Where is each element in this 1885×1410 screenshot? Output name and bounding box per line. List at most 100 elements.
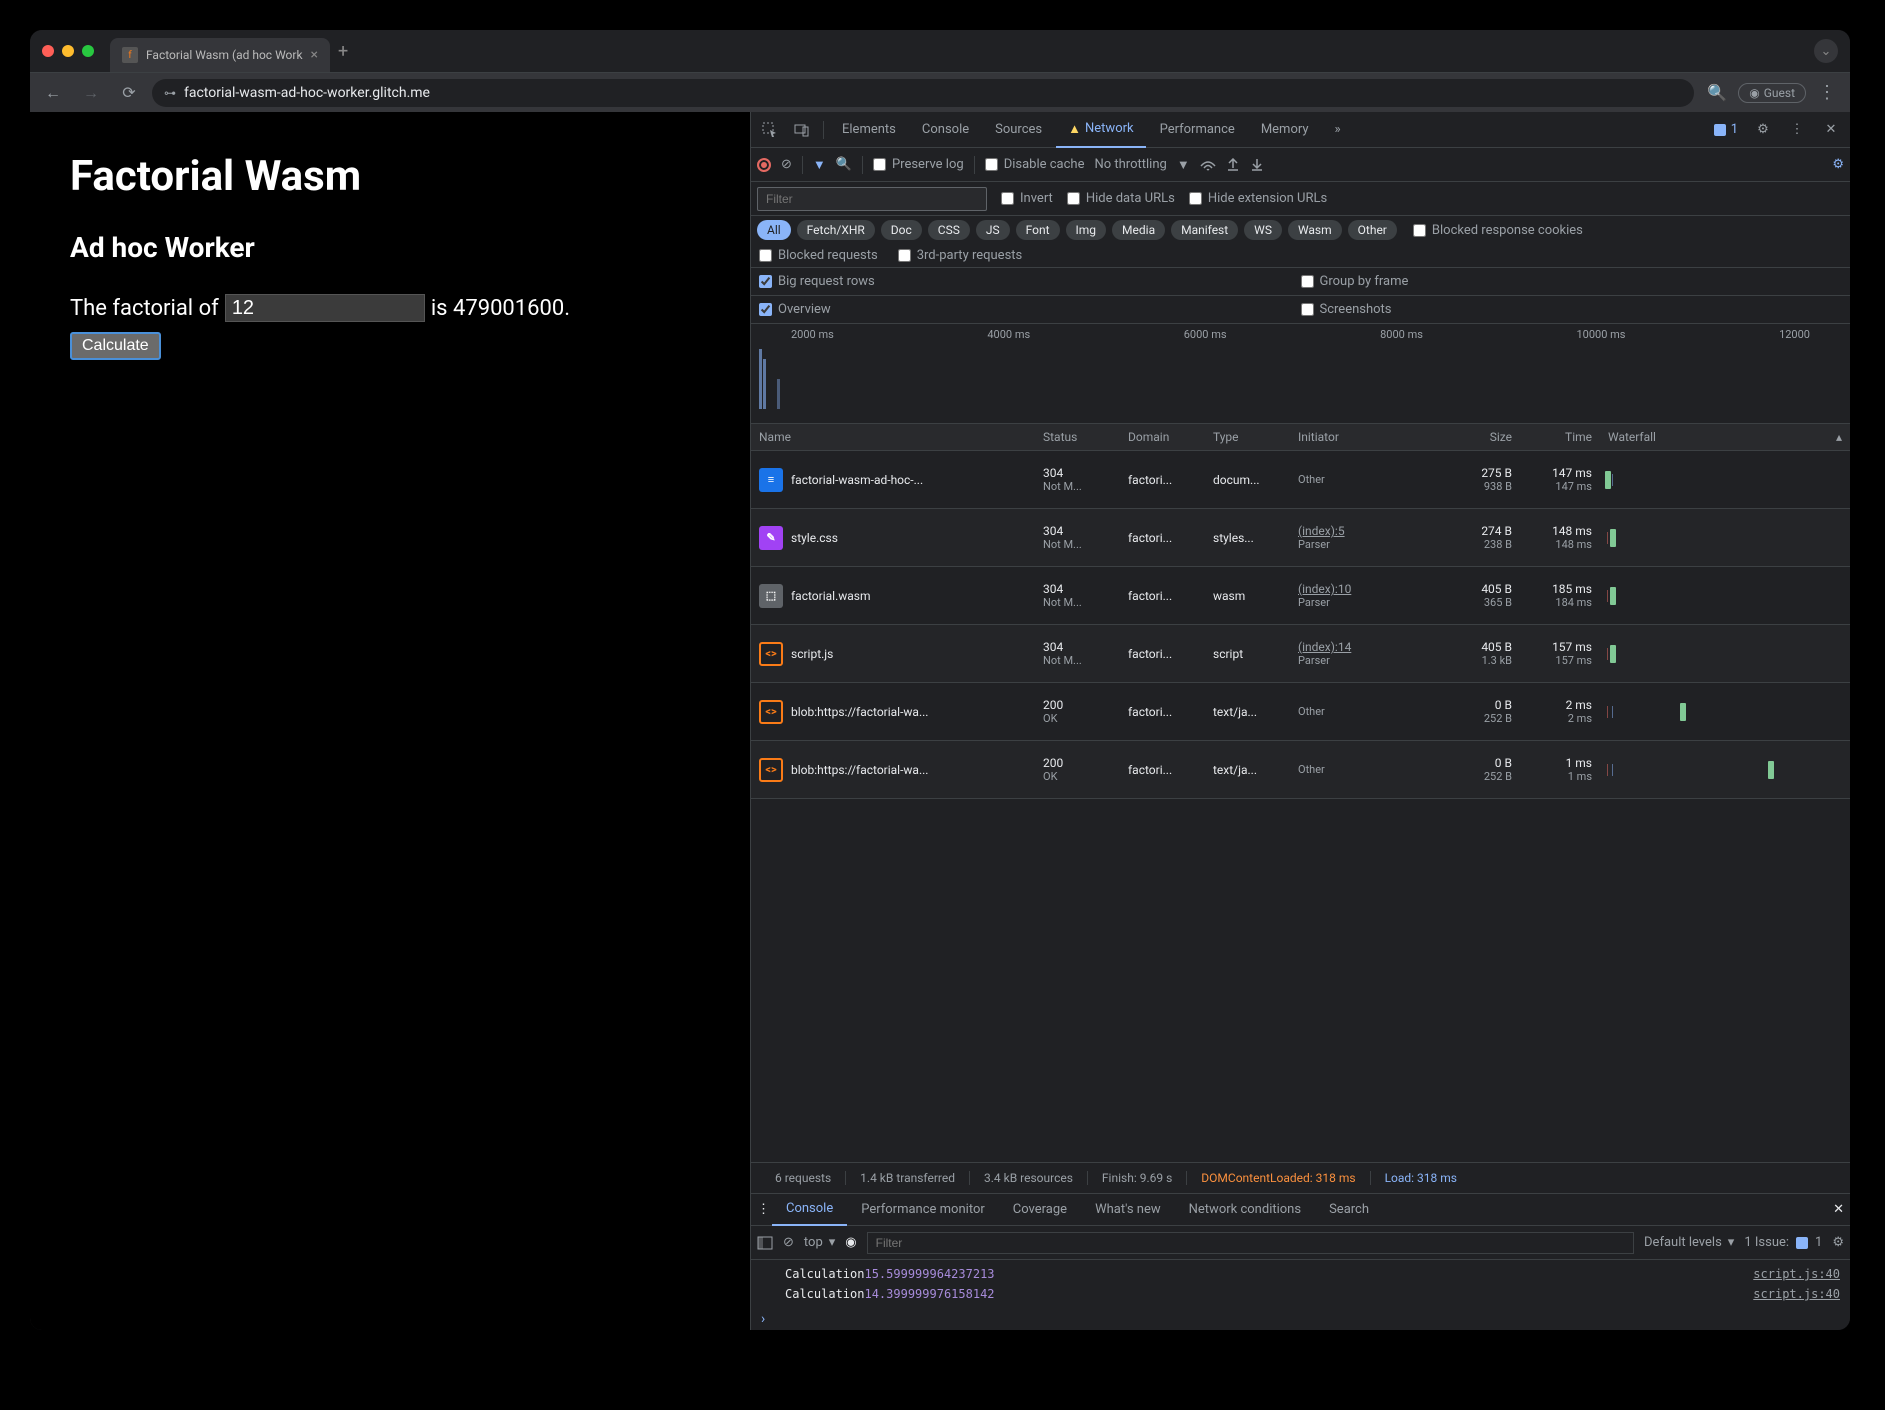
group-frame-checkbox[interactable]: Group by frame	[1301, 274, 1409, 289]
preserve-log-checkbox[interactable]: Preserve log	[873, 157, 964, 172]
close-tab-button[interactable]: ×	[311, 47, 318, 63]
tab-performance[interactable]: Performance	[1148, 112, 1247, 148]
close-window-button[interactable]	[42, 45, 54, 57]
third-party-checkbox[interactable]: 3rd-party requests	[898, 248, 1023, 263]
filter-toggle-icon[interactable]: ▼	[813, 157, 826, 173]
drawer-menu-icon[interactable]: ⋮	[757, 1202, 770, 1217]
profile-button[interactable]: ◉ Guest	[1738, 83, 1806, 103]
search-icon[interactable]: 🔍	[836, 157, 852, 172]
tab-console[interactable]: Console	[910, 112, 981, 148]
col-status[interactable]: Status	[1035, 424, 1120, 450]
site-info-icon[interactable]: ⊶	[164, 86, 176, 100]
timeline-overview[interactable]: 2000 ms4000 ms6000 ms8000 ms10000 ms1200…	[751, 324, 1850, 424]
blocked-requests-checkbox[interactable]: Blocked requests	[759, 248, 878, 263]
console-filter-input[interactable]	[867, 1232, 1634, 1254]
back-button[interactable]: ←	[38, 78, 68, 108]
filter-pill-font[interactable]: Font	[1016, 220, 1060, 240]
drawer-tab-console[interactable]: Console	[772, 1194, 847, 1226]
drawer-tab-network-conditions[interactable]: Network conditions	[1175, 1194, 1315, 1226]
console-issues[interactable]: 1 Issue: 1	[1744, 1235, 1822, 1250]
disable-cache-checkbox[interactable]: Disable cache	[985, 157, 1085, 172]
drawer-tab-search[interactable]: Search	[1315, 1194, 1383, 1226]
filter-pill-css[interactable]: CSS	[928, 220, 970, 240]
source-link[interactable]: script.js:40	[1753, 1287, 1840, 1301]
clear-button[interactable]: ⊘	[781, 157, 792, 172]
sidebar-toggle-icon[interactable]	[757, 1236, 773, 1250]
zoom-icon[interactable]: 🔍	[1702, 78, 1732, 108]
address-bar[interactable]: ⊶ factorial-wasm-ad-hoc-worker.glitch.me	[152, 79, 1694, 107]
reload-button[interactable]: ⟳	[114, 78, 144, 108]
upload-icon[interactable]	[1226, 158, 1240, 172]
throttling-select[interactable]: No throttling	[1094, 157, 1166, 172]
log-levels-select[interactable]: Default levels ▾	[1644, 1235, 1734, 1250]
hide-ext-urls-checkbox[interactable]: Hide extension URLs	[1189, 191, 1327, 206]
forward-button[interactable]: →	[76, 78, 106, 108]
close-drawer-button[interactable]: ✕	[1833, 1202, 1844, 1217]
number-input[interactable]	[225, 294, 425, 322]
browser-menu-button[interactable]: ⋮	[1812, 82, 1842, 103]
new-tab-button[interactable]: +	[338, 41, 348, 62]
more-tabs-button[interactable]: »	[1323, 112, 1353, 148]
blocked-cookies-checkbox[interactable]: Blocked response cookies	[1413, 223, 1583, 238]
filter-pill-manifest[interactable]: Manifest	[1171, 220, 1238, 240]
issues-button[interactable]: 1	[1707, 122, 1744, 137]
tab-elements[interactable]: Elements	[830, 112, 908, 148]
device-toggle-icon[interactable]	[787, 115, 817, 145]
devtools-menu-icon[interactable]: ⋮	[1782, 115, 1812, 145]
console-prompt[interactable]: ›	[751, 1308, 1850, 1330]
col-type[interactable]: Type	[1205, 424, 1290, 450]
tab-network[interactable]: ▲Network	[1056, 112, 1145, 148]
table-row[interactable]: <>script.js304Not M...factori...script(i…	[751, 625, 1850, 683]
drawer-tab-performance-monitor[interactable]: Performance monitor	[847, 1194, 999, 1226]
inspect-icon[interactable]	[755, 115, 785, 145]
filter-pill-wasm[interactable]: Wasm	[1288, 220, 1342, 240]
hide-data-urls-checkbox[interactable]: Hide data URLs	[1067, 191, 1175, 206]
source-link[interactable]: script.js:40	[1753, 1267, 1840, 1281]
table-row[interactable]: ✎style.css304Not M...factori...styles...…	[751, 509, 1850, 567]
page-content: Factorial Wasm Ad hoc Worker The factori…	[30, 112, 750, 1330]
overview-checkbox[interactable]: Overview	[759, 302, 831, 317]
window-menu-button[interactable]: ⌄	[1814, 39, 1838, 63]
close-devtools-button[interactable]: ✕	[1816, 115, 1846, 145]
table-row[interactable]: <>blob:https://factorial-wa...200OKfacto…	[751, 683, 1850, 741]
filter-pill-doc[interactable]: Doc	[881, 220, 922, 240]
col-domain[interactable]: Domain	[1120, 424, 1205, 450]
filter-pill-all[interactable]: All	[757, 220, 791, 240]
filter-pill-js[interactable]: JS	[976, 220, 1010, 240]
big-rows-checkbox[interactable]: Big request rows	[759, 274, 875, 289]
table-row[interactable]: ⬚factorial.wasm304Not M...factori...wasm…	[751, 567, 1850, 625]
context-select[interactable]: top ▾	[804, 1235, 835, 1250]
console-settings-icon[interactable]: ⚙	[1832, 1235, 1844, 1250]
network-settings-icon[interactable]: ⚙	[1832, 157, 1844, 172]
col-size[interactable]: Size	[1430, 424, 1520, 450]
col-name[interactable]: Name	[751, 424, 1035, 450]
invert-checkbox[interactable]: Invert	[1001, 191, 1053, 206]
live-expression-icon[interactable]: ◉	[845, 1235, 856, 1250]
drawer-tab-coverage[interactable]: Coverage	[999, 1194, 1081, 1226]
filter-pill-media[interactable]: Media	[1112, 220, 1165, 240]
filter-pill-fetchxhr[interactable]: Fetch/XHR	[797, 220, 875, 240]
filter-pill-img[interactable]: Img	[1066, 220, 1107, 240]
tab-sources[interactable]: Sources	[983, 112, 1054, 148]
maximize-window-button[interactable]	[82, 45, 94, 57]
col-waterfall[interactable]: Waterfall▴	[1600, 424, 1850, 450]
settings-icon[interactable]: ⚙	[1748, 115, 1778, 145]
table-row[interactable]: <>blob:https://factorial-wa...200OKfacto…	[751, 741, 1850, 799]
minimize-window-button[interactable]	[62, 45, 74, 57]
col-time[interactable]: Time	[1520, 424, 1600, 450]
drawer-tab-what-s-new[interactable]: What's new	[1081, 1194, 1175, 1226]
throttling-caret-icon[interactable]: ▼	[1177, 157, 1190, 173]
record-button[interactable]	[757, 158, 771, 172]
download-icon[interactable]	[1250, 158, 1264, 172]
browser-tab[interactable]: f Factorial Wasm (ad hoc Work ×	[110, 38, 330, 72]
calculate-button[interactable]: Calculate	[70, 332, 161, 360]
filter-pill-ws[interactable]: WS	[1244, 220, 1282, 240]
col-initiator[interactable]: Initiator	[1290, 424, 1430, 450]
tab-memory[interactable]: Memory	[1249, 112, 1321, 148]
clear-console-button[interactable]: ⊘	[783, 1235, 794, 1250]
filter-input[interactable]	[757, 187, 987, 211]
screenshots-checkbox[interactable]: Screenshots	[1301, 302, 1392, 317]
filter-pill-other[interactable]: Other	[1348, 220, 1397, 240]
network-conditions-icon[interactable]	[1200, 158, 1216, 172]
table-row[interactable]: ≡factorial-wasm-ad-hoc-...304Not M...fac…	[751, 451, 1850, 509]
